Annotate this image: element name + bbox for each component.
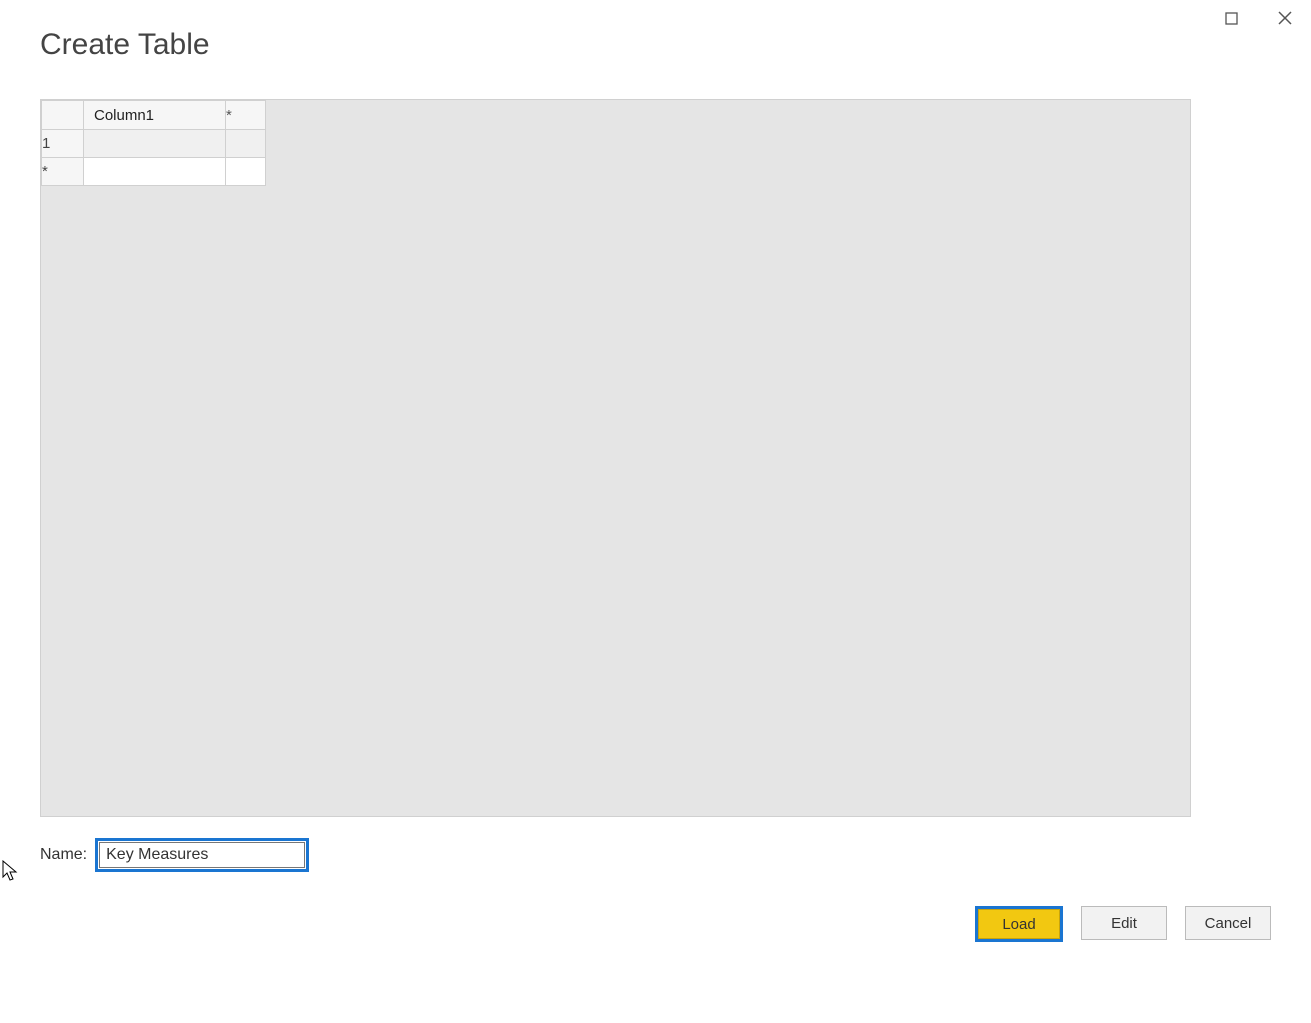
cursor-icon	[2, 860, 20, 884]
data-cell-extra[interactable]	[226, 158, 266, 186]
maximize-icon	[1225, 12, 1238, 25]
data-cell[interactable]	[84, 130, 226, 158]
edit-button[interactable]: Edit	[1081, 906, 1167, 940]
add-column-button[interactable]: *	[226, 101, 266, 130]
corner-cell[interactable]	[42, 101, 84, 130]
data-table: Column1 * 1 *	[41, 100, 266, 186]
table-grid-area[interactable]: Column1 * 1 *	[40, 99, 1191, 817]
column-header[interactable]: Column1	[84, 101, 226, 130]
row-header[interactable]: 1	[42, 130, 84, 158]
close-icon	[1278, 11, 1292, 25]
data-cell-extra[interactable]	[226, 130, 266, 158]
name-label: Name:	[40, 846, 87, 864]
name-input[interactable]	[99, 842, 305, 868]
data-cell[interactable]	[84, 158, 226, 186]
load-button[interactable]: Load	[978, 909, 1060, 939]
maximize-button[interactable]	[1213, 4, 1249, 32]
close-button[interactable]	[1267, 4, 1303, 32]
dialog-title: Create Table	[40, 28, 210, 62]
add-row-button[interactable]: *	[42, 158, 84, 186]
cancel-button[interactable]: Cancel	[1185, 906, 1271, 940]
